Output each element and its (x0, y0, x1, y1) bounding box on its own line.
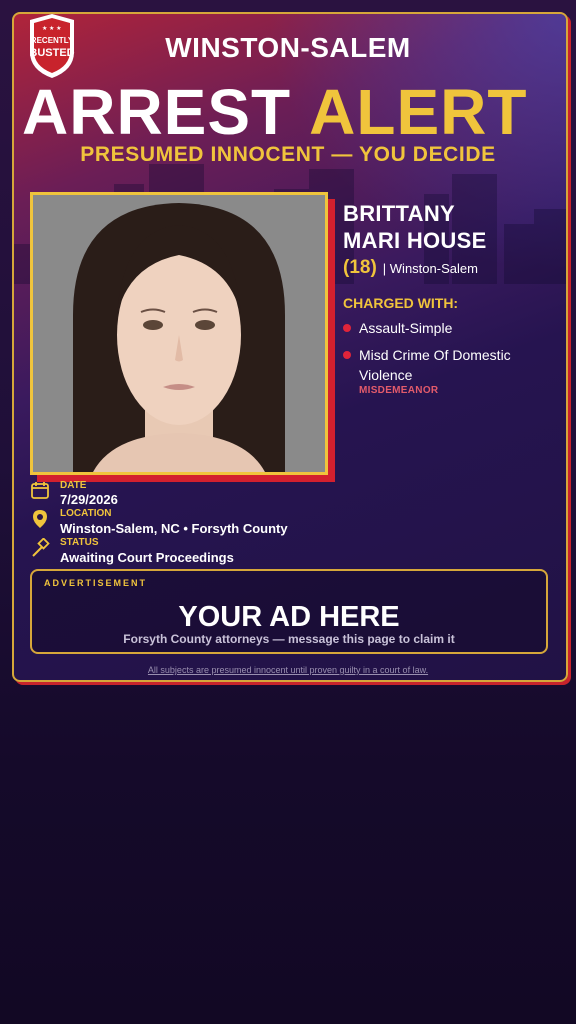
location-label: LOCATION (60, 508, 112, 519)
headline-word2: ALERT (309, 76, 528, 148)
tagline: PRESUMED INNOCENT — YOU DECIDE (80, 143, 496, 166)
charges-heading: CHARGED WITH: (343, 295, 459, 311)
charge-text: Assault-Simple (359, 320, 453, 336)
ad-subtitle: Forsyth County attorneys — message this … (123, 632, 455, 646)
headline: ARREST ALERT (22, 80, 527, 144)
charges-list: Assault-Simple Misd Crime Of Domestic Vi… (343, 318, 553, 404)
charge-text: Misd Crime Of Domestic Violence (359, 347, 511, 383)
ad-label: ADVERTISEMENT (44, 578, 148, 588)
charge-item: Misd Crime Of Domestic Violence MISDEMEA… (343, 345, 553, 397)
calendar-icon (31, 482, 49, 499)
location-value: Winston-Salem, NC • Forsyth County (60, 521, 288, 536)
name-line2: MARI HOUSE (343, 228, 487, 253)
status-label: STATUS (60, 537, 99, 548)
date-label: DATE (60, 480, 87, 491)
age-row: (18) | Winston-Salem (343, 257, 478, 279)
subject-name: BRITTANY MARI HOUSE (343, 200, 543, 254)
charge-severity: MISDEMEANOR (359, 385, 439, 396)
city-title: WINSTON-SALEM (165, 32, 411, 63)
date-value: 7/29/2026 (60, 492, 118, 507)
svg-text:★ ★ ★: ★ ★ ★ (42, 25, 61, 32)
charge-item: Assault-Simple (343, 318, 553, 338)
bullet-icon (343, 324, 351, 332)
subject-residence: | Winston-Salem (382, 261, 478, 276)
map-pin-icon (33, 510, 47, 528)
mugshot-photo (30, 192, 328, 475)
ad-title: YOUR AD HERE (178, 601, 400, 633)
bullet-icon (343, 351, 351, 359)
headline-word1: ARREST (22, 76, 292, 148)
ad-box[interactable]: ADVERTISEMENT YOUR AD HERE Forsyth Count… (30, 569, 548, 654)
disclaimer: All subjects are presumed innocent until… (147, 665, 429, 675)
gavel-icon (32, 538, 50, 557)
subject-age: (18) (343, 257, 377, 278)
name-line1: BRITTANY (343, 201, 455, 226)
status-value: Awaiting Court Proceedings (60, 550, 234, 565)
